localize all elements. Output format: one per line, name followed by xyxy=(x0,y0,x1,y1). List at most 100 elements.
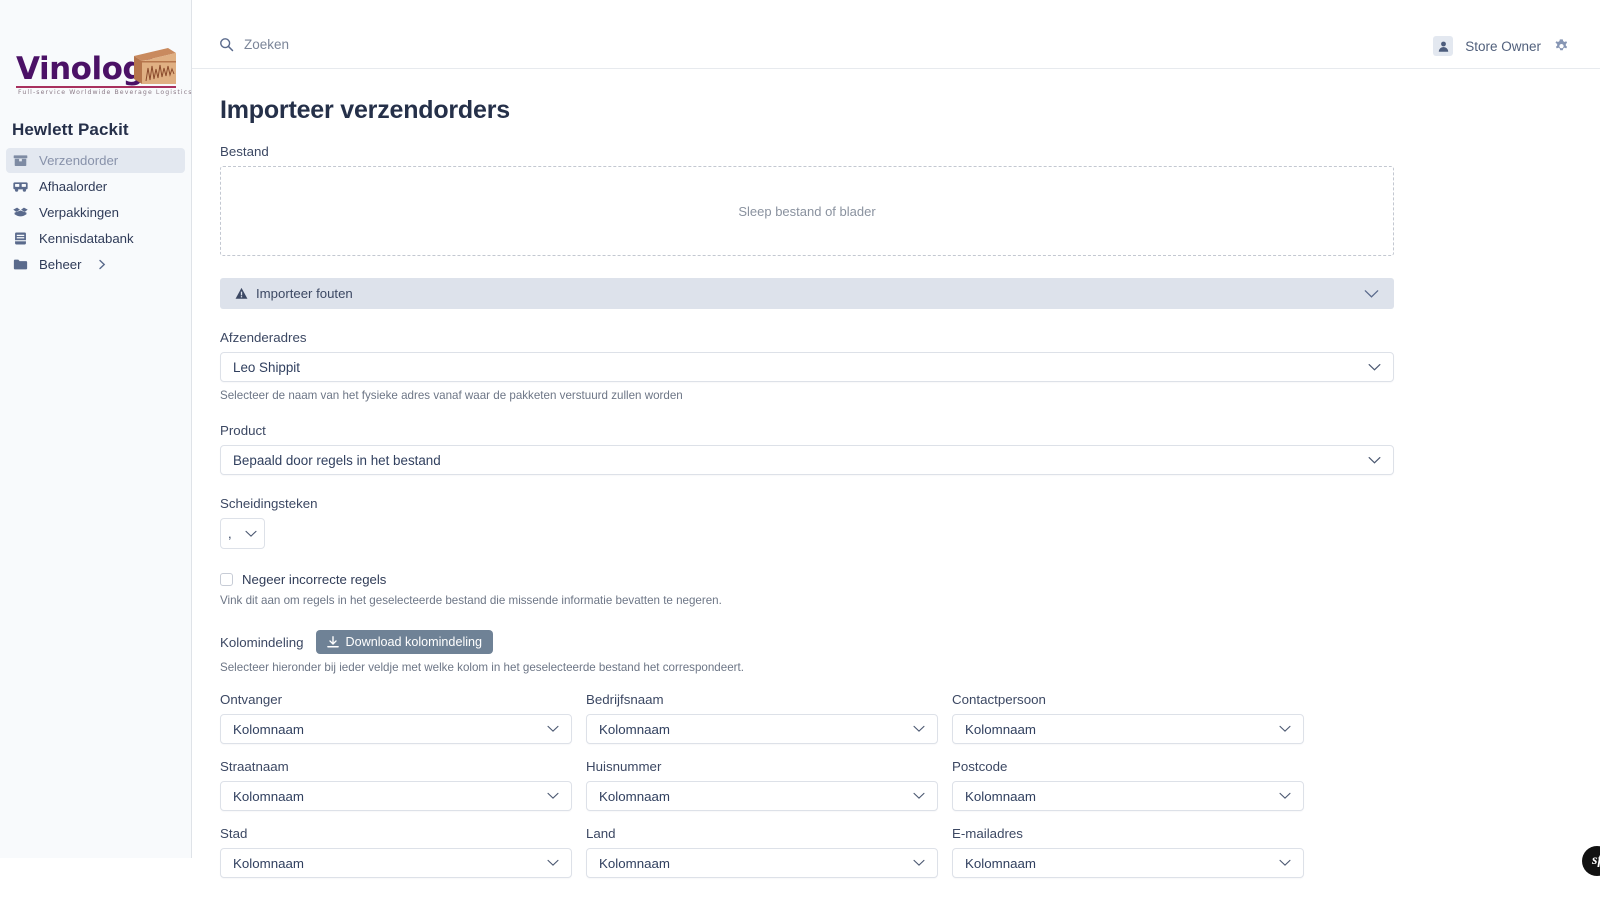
avatar[interactable] xyxy=(1433,36,1454,56)
search-input[interactable]: Zoeken xyxy=(219,37,289,52)
workspace-name: Hewlett Packit xyxy=(12,120,129,139)
mapping-field-value: Kolomnaam xyxy=(233,855,304,871)
download-column-mapping-label: Download kolomindeling xyxy=(345,635,483,649)
chevron-down-icon xyxy=(1368,363,1381,372)
gear-icon[interactable] xyxy=(1553,38,1570,55)
corner-badge[interactable]: sf xyxy=(1582,846,1600,876)
chevron-down-icon xyxy=(913,792,925,800)
mapping-field-select[interactable]: Kolomnaam xyxy=(952,848,1304,878)
mapping-field-select[interactable]: Kolomnaam xyxy=(586,781,938,811)
mapping-field-select[interactable]: Kolomnaam xyxy=(220,714,572,744)
chevron-down-icon[interactable] xyxy=(1364,289,1379,299)
mapping-field-bedrijfsnaam: Bedrijfsnaam Kolomnaam xyxy=(586,692,946,759)
product-label: Product xyxy=(220,423,266,438)
app-root: Vinologix Full-service Worldwide Beverag… xyxy=(0,0,1600,900)
warning-icon xyxy=(235,287,248,299)
import-errors-left: Importeer fouten xyxy=(235,286,353,301)
sidebar-item-label: Afhaalorder xyxy=(39,179,108,194)
column-mapping-label: Kolomindeling xyxy=(220,634,304,650)
mapping-field-label: Ontvanger xyxy=(220,692,283,707)
user-name[interactable]: Store Owner xyxy=(1465,39,1541,54)
column-mapping-helper: Selecteer hieronder bij ieder veldje met… xyxy=(220,661,744,674)
mapping-field-select[interactable]: Kolomnaam xyxy=(586,848,938,878)
chevron-down-icon xyxy=(547,859,559,867)
import-errors-banner[interactable]: Importeer fouten xyxy=(220,278,1394,309)
logo-underline xyxy=(16,86,176,88)
folder-icon xyxy=(13,259,28,270)
mapping-field-label: Land xyxy=(586,826,616,841)
mapping-field-contactpersoon: Contactpersoon Kolomnaam xyxy=(952,692,1312,759)
mapping-field-value: Kolomnaam xyxy=(599,788,670,804)
sender-address-helper: Selecteer de naam van het fysieke adres … xyxy=(220,389,683,402)
sidebar-item-label: Verzendorder xyxy=(39,153,119,168)
topbar: Zoeken Store Owner xyxy=(192,0,1600,69)
product-block: Product Bepaald door regels in het besta… xyxy=(220,423,1600,475)
sender-address-select[interactable]: Leo Shippit xyxy=(220,352,1394,382)
search-icon xyxy=(220,38,234,52)
sidebar-item-beheer[interactable]: Beheer xyxy=(6,252,185,277)
ignore-invalid-rows-checkbox[interactable] xyxy=(220,573,233,586)
download-column-mapping-button[interactable]: Download kolomindeling xyxy=(315,630,494,654)
mapping-field-ontvanger: Ontvanger Kolomnaam xyxy=(220,692,580,759)
truck-icon xyxy=(13,182,28,192)
import-errors-label: Importeer fouten xyxy=(256,286,353,301)
mapping-field-select[interactable]: Kolomnaam xyxy=(220,848,572,878)
sidebar-item-verzendorder[interactable]: Verzendorder xyxy=(6,148,185,173)
mapping-field-value: Kolomnaam xyxy=(965,721,1036,737)
chevron-down-icon xyxy=(1279,859,1291,867)
separator-block: Scheidingsteken , xyxy=(220,496,1600,549)
chevron-down-icon xyxy=(547,725,559,733)
mapping-field-label: Huisnummer xyxy=(586,759,662,774)
chevron-down-icon xyxy=(547,792,559,800)
vinologix-logo[interactable]: Vinologix Full-service Worldwide Beverag… xyxy=(12,42,191,98)
separator-select[interactable]: , xyxy=(220,518,265,549)
mapping-field-stad: Stad Kolomnaam xyxy=(220,826,580,893)
mapping-field-value: Kolomnaam xyxy=(233,721,304,737)
user-icon xyxy=(1438,41,1448,52)
sender-address-block: Afzenderadres Leo Shippit Selecteer de n… xyxy=(220,330,1600,402)
column-mapping-header: Kolomindeling Download kolomindeling xyxy=(220,630,1600,654)
wine-crate-icon xyxy=(134,48,176,84)
download-icon xyxy=(326,635,339,647)
mapping-field-value: Kolomnaam xyxy=(599,721,670,737)
main-content: Importeer verzendorders Bestand Sleep be… xyxy=(192,69,1600,878)
sidebar: Vinologix Full-service Worldwide Beverag… xyxy=(0,0,192,858)
mapping-field-label: Postcode xyxy=(952,759,1008,774)
search-placeholder: Zoeken xyxy=(244,37,290,52)
mapping-field-label: E-mailadres xyxy=(952,826,1023,841)
mapping-field-select[interactable]: Kolomnaam xyxy=(586,714,938,744)
logo-tagline: Full-service Worldwide Beverage Logistic… xyxy=(18,89,193,96)
mapping-field-value: Kolomnaam xyxy=(233,788,304,804)
mapping-field-label: Stad xyxy=(220,826,248,841)
mapping-field-value: Kolomnaam xyxy=(599,855,670,871)
chevron-down-icon xyxy=(1279,792,1291,800)
dropzone-text: Sleep bestand of blader xyxy=(738,203,876,219)
chevron-down-icon xyxy=(913,725,925,733)
file-dropzone[interactable]: Sleep bestand of blader xyxy=(220,166,1394,256)
chevron-right-icon xyxy=(98,259,107,270)
mapping-field-postcode: Postcode Kolomnaam xyxy=(952,759,1312,826)
topbar-right: Store Owner xyxy=(1433,36,1570,56)
sidebar-item-verpakkingen[interactable]: Verpakkingen xyxy=(6,200,185,225)
mapping-field-huisnummer: Huisnummer Kolomnaam xyxy=(586,759,946,826)
mapping-field-value: Kolomnaam xyxy=(965,788,1036,804)
product-select[interactable]: Bepaald door regels in het bestand xyxy=(220,445,1394,475)
mapping-field-label: Bedrijfsnaam xyxy=(586,692,664,707)
mapping-field-label: Contactpersoon xyxy=(952,692,1046,707)
chevron-down-icon xyxy=(1279,725,1291,733)
mapping-field-select[interactable]: Kolomnaam xyxy=(952,714,1304,744)
mapping-field-select[interactable]: Kolomnaam xyxy=(952,781,1304,811)
file-label: Bestand xyxy=(220,144,269,159)
page-title: Importeer verzendorders xyxy=(220,96,510,124)
sidebar-item-kennisdatabank[interactable]: Kennisdatabank xyxy=(6,226,185,251)
ignore-invalid-rows-helper: Vink dit aan om regels in het geselectee… xyxy=(220,594,722,607)
mapping-field-select[interactable]: Kolomnaam xyxy=(220,781,572,811)
open-box-icon xyxy=(13,207,28,217)
sidebar-nav: Verzendorder Afhaalorder Verpakkingen Ke… xyxy=(0,148,191,277)
mapping-field-label: Straatnaam xyxy=(220,759,289,774)
separator-label: Scheidingsteken xyxy=(220,496,318,511)
ignore-invalid-rows-checkbox-row[interactable]: Negeer incorrecte regels xyxy=(220,572,1600,587)
sidebar-item-afhaalorder[interactable]: Afhaalorder xyxy=(6,174,185,199)
sidebar-item-label: Kennisdatabank xyxy=(39,231,134,246)
book-icon xyxy=(15,232,26,245)
